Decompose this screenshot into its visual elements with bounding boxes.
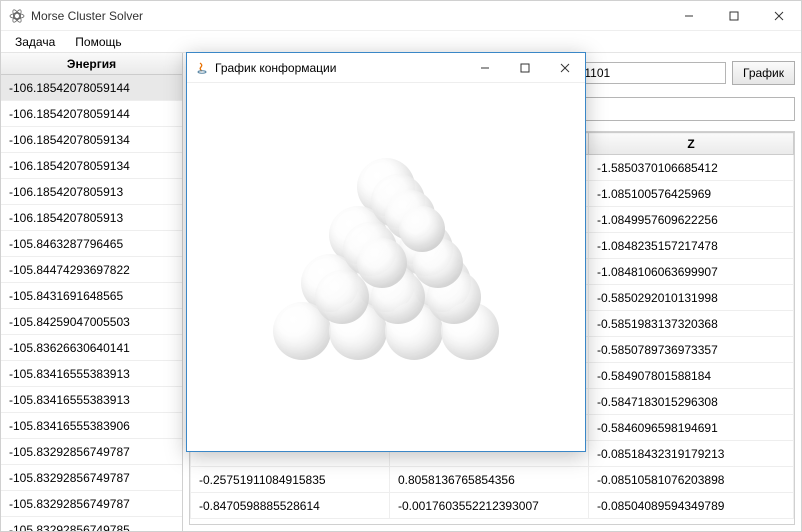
dialog-maximize-button[interactable] <box>505 53 545 82</box>
app-icon <box>9 8 25 24</box>
cell-z: -0.5846096598194691 <box>588 415 793 441</box>
close-icon <box>560 63 570 73</box>
minimize-icon <box>480 63 490 73</box>
java-icon <box>195 61 209 75</box>
menu-help[interactable]: Помощь <box>67 33 129 51</box>
close-icon <box>774 11 784 21</box>
energy-row[interactable]: -105.83416555383906 <box>1 413 182 439</box>
energy-row[interactable]: -106.1854207805913 <box>1 205 182 231</box>
window-title: Morse Cluster Solver <box>31 9 143 23</box>
cell-z: -0.08504089594349789 <box>588 493 793 519</box>
energy-row[interactable]: -105.8431691648565 <box>1 283 182 309</box>
energy-row[interactable]: -105.83416555383913 <box>1 361 182 387</box>
energy-list[interactable]: -106.18542078059144-106.18542078059144-1… <box>1 75 182 531</box>
cell-z: -0.08510581076203898 <box>588 467 793 493</box>
cell-z: -0.5850292010131998 <box>588 285 793 311</box>
col-z[interactable]: Z <box>588 133 793 155</box>
energy-row[interactable]: -105.8463287796465 <box>1 231 182 257</box>
minimize-icon <box>684 11 694 21</box>
cell-y: 0.8058136765854356 <box>389 467 588 493</box>
atom-sphere <box>357 238 407 288</box>
menu-task[interactable]: Задача <box>7 33 63 51</box>
cell-z: -1.085100576425969 <box>588 181 793 207</box>
atom-sphere <box>399 206 445 252</box>
dialog-body <box>187 83 585 451</box>
cell-y: -0.0017603552212393007 <box>389 493 588 519</box>
cell-z: -1.0848235157217478 <box>588 233 793 259</box>
cell-z: -1.0848106063699907 <box>588 259 793 285</box>
cluster-render[interactable] <box>246 127 526 407</box>
energy-row[interactable]: -105.83292856749785 <box>1 517 182 531</box>
energy-header: Энергия <box>1 53 182 75</box>
energy-row[interactable]: -105.84259047005503 <box>1 309 182 335</box>
dialog-title: График конформации <box>215 61 336 75</box>
conformation-dialog[interactable]: График конформации <box>186 52 586 452</box>
maximize-icon <box>729 11 739 21</box>
energy-row[interactable]: -105.84474293697822 <box>1 257 182 283</box>
energy-row[interactable]: -105.83416555383913 <box>1 387 182 413</box>
cell-z: -0.5851983137320368 <box>588 311 793 337</box>
dialog-titlebar: График конформации <box>187 53 585 83</box>
table-row[interactable]: -0.8470598885528614-0.001760355221239300… <box>191 493 794 519</box>
cell-z: -0.08518432319179213 <box>588 441 793 467</box>
cell-x: -0.8470598885528614 <box>191 493 390 519</box>
energy-row[interactable]: -105.83626630640141 <box>1 335 182 361</box>
maximize-icon <box>520 63 530 73</box>
energy-row[interactable]: -106.18542078059134 <box>1 127 182 153</box>
cell-z: -0.584907801588184 <box>588 363 793 389</box>
titlebar: Morse Cluster Solver <box>1 1 801 31</box>
energy-row[interactable]: -105.83292856749787 <box>1 465 182 491</box>
cell-z: -0.5847183015296308 <box>588 389 793 415</box>
cell-z: -0.5850789736973357 <box>588 337 793 363</box>
cell-z: -1.0849957609622256 <box>588 207 793 233</box>
energy-row[interactable]: -106.18542078059144 <box>1 101 182 127</box>
graph-button[interactable]: График <box>732 61 795 85</box>
energy-row[interactable]: -106.18542078059134 <box>1 153 182 179</box>
window-controls <box>666 1 801 30</box>
cell-z: -1.5850370106685412 <box>588 155 793 181</box>
close-button[interactable] <box>756 1 801 30</box>
energy-row[interactable]: -106.1854207805913 <box>1 179 182 205</box>
dialog-close-button[interactable] <box>545 53 585 82</box>
dialog-minimize-button[interactable] <box>465 53 505 82</box>
energy-row[interactable]: -105.83292856749787 <box>1 439 182 465</box>
energy-sidebar: Энергия -106.18542078059144-106.18542078… <box>1 53 183 531</box>
maximize-button[interactable] <box>711 1 756 30</box>
minimize-button[interactable] <box>666 1 711 30</box>
table-row[interactable]: -0.257519110849158350.8058136765854356-0… <box>191 467 794 493</box>
energy-row[interactable]: -106.18542078059144 <box>1 75 182 101</box>
menubar: Задача Помощь <box>1 31 801 53</box>
cell-x: -0.25751911084915835 <box>191 467 390 493</box>
energy-row[interactable]: -105.83292856749787 <box>1 491 182 517</box>
atom-sphere <box>315 270 369 324</box>
